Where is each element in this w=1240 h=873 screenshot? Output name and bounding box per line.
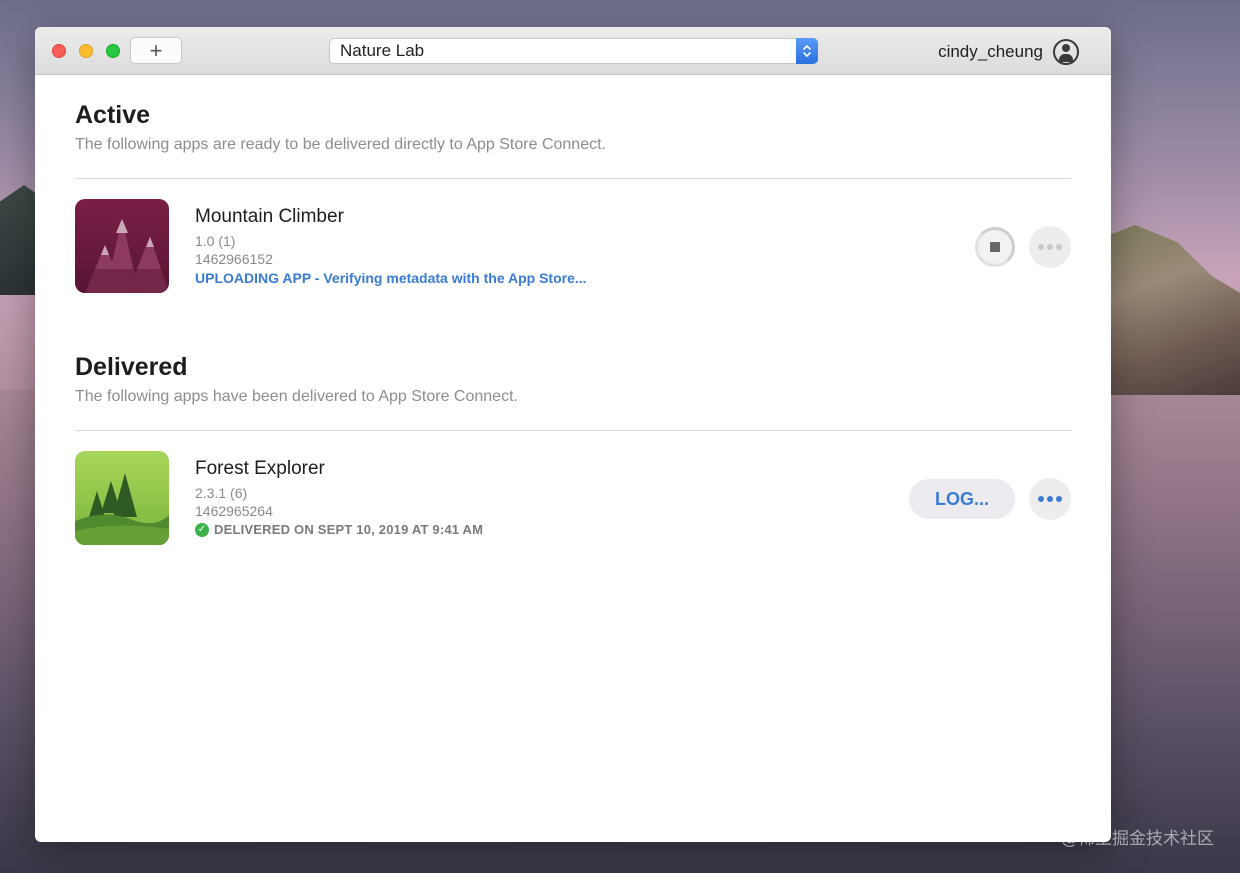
close-window-button[interactable] [52, 44, 66, 58]
active-section-title: Active [75, 101, 151, 129]
upload-status: UPLOADING APP - Verifying metadata with … [195, 270, 587, 286]
divider [75, 430, 1071, 431]
account-menu[interactable]: cindy_cheung [938, 39, 1079, 65]
title-bar: + Nature Lab cindy_cheung [35, 27, 1111, 75]
more-options-button[interactable] [1029, 478, 1071, 520]
desktop-hill [0, 185, 40, 295]
forest-app-icon [75, 451, 169, 545]
stop-icon [990, 242, 1000, 252]
account-name: cindy_cheung [938, 42, 1043, 61]
app-version: 1.0 (1) [195, 233, 236, 249]
team-selector[interactable]: Nature Lab [329, 38, 818, 64]
row-actions [975, 226, 1071, 268]
log-button[interactable]: LOG... [909, 479, 1015, 519]
dot-icon [1038, 496, 1044, 502]
active-section-subtitle: The following apps are ready to be deliv… [75, 136, 606, 153]
transporter-window: + Nature Lab cindy_cheung Active The fol… [35, 27, 1111, 842]
desktop-rock [1100, 225, 1240, 395]
app-name: Forest Explorer [195, 458, 325, 479]
app-row-mountain-climber: Mountain Climber 1.0 (1) 1462966152 UPLO… [75, 199, 1071, 313]
stop-upload-button[interactable] [975, 227, 1015, 267]
team-selector-value: Nature Lab [340, 41, 425, 60]
delivered-section-subtitle: The following apps have been delivered t… [75, 388, 518, 405]
mountain-app-icon [75, 199, 169, 293]
delivered-section-title: Delivered [75, 353, 188, 381]
window-controls [52, 44, 120, 58]
divider [75, 178, 1071, 179]
app-id: 1462966152 [195, 251, 273, 267]
dot-icon [1056, 496, 1062, 502]
more-options-button[interactable] [1029, 226, 1071, 268]
dot-icon [1047, 244, 1053, 250]
dot-icon [1056, 244, 1062, 250]
checkmark-icon: ✓ [195, 522, 209, 537]
dot-icon [1038, 244, 1044, 250]
plus-icon: + [149, 37, 163, 63]
maximize-window-button[interactable] [106, 44, 120, 58]
main-content: Active The following apps are ready to b… [35, 101, 1111, 565]
app-row-forest-explorer: Forest Explorer 2.3.1 (6) 1462965264 ✓ D… [75, 451, 1071, 565]
app-info: Forest Explorer 2.3.1 (6) 1462965264 ✓ D… [195, 458, 483, 537]
delivery-status-text: DELIVERED ON SEPT 10, 2019 AT 9:41 AM [214, 522, 484, 537]
user-circle-icon [1053, 39, 1079, 65]
add-app-button[interactable]: + [130, 37, 182, 64]
minimize-window-button[interactable] [79, 44, 93, 58]
app-version: 2.3.1 (6) [195, 485, 248, 501]
watermark: @稀土掘金技术社区 [1061, 829, 1214, 849]
app-name: Mountain Climber [195, 206, 344, 227]
delivery-status: ✓ DELIVERED ON SEPT 10, 2019 AT 9:41 AM [195, 522, 483, 537]
app-info: Mountain Climber 1.0 (1) 1462966152 UPLO… [195, 206, 587, 286]
dot-icon [1047, 496, 1053, 502]
row-actions: LOG... [909, 478, 1071, 520]
chevron-updown-icon [796, 38, 818, 64]
app-id: 1462965264 [195, 503, 273, 519]
